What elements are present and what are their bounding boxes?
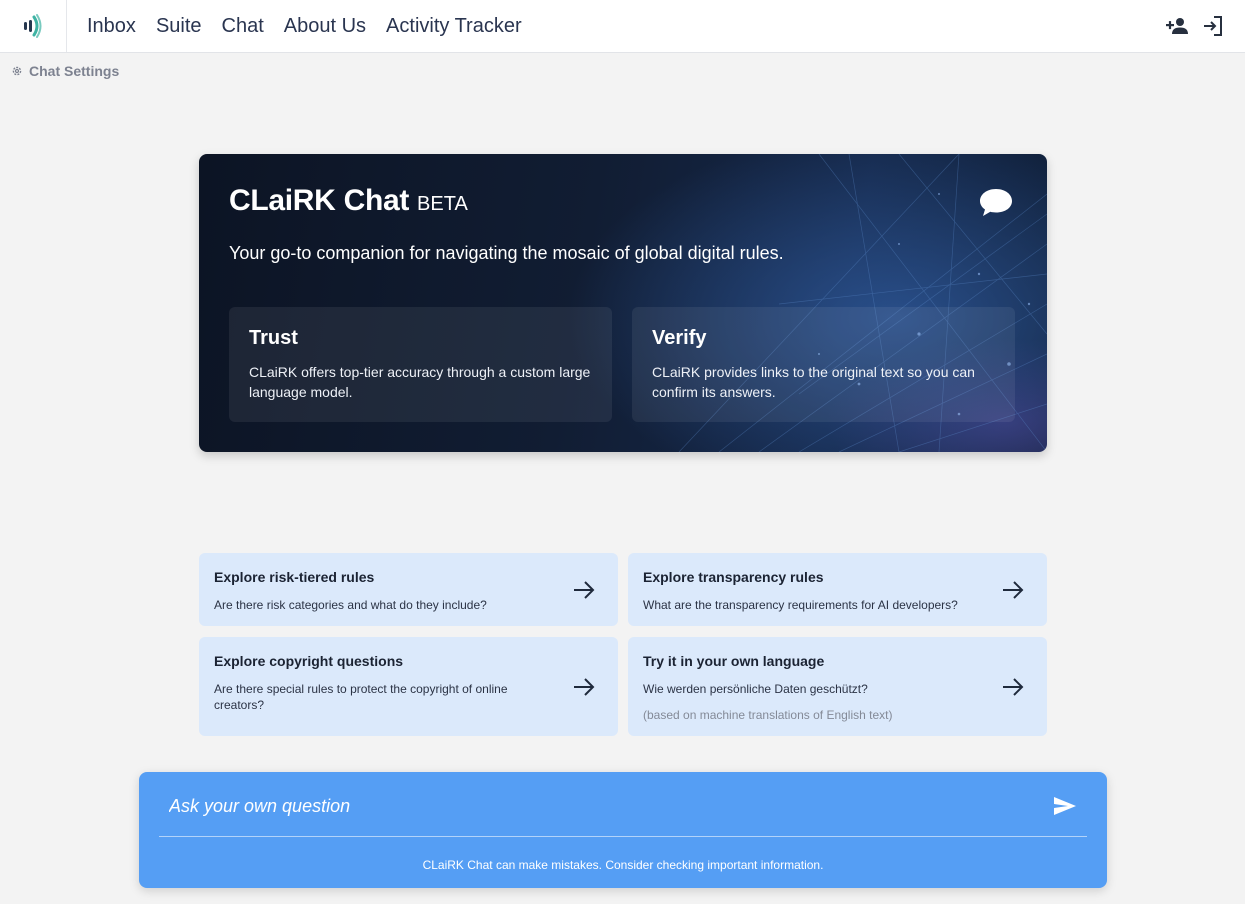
disclaimer-text: CLaiRK Chat can make mistakes. Consider …: [422, 858, 824, 872]
hero-card-title: Verify: [652, 327, 707, 349]
suggestion-text: What are the transparency requirements f…: [643, 598, 958, 612]
question-input[interactable]: [159, 790, 1039, 822]
suggestion-text: Are there special rules to protect the c…: [214, 682, 508, 712]
add-user-button[interactable]: [1165, 14, 1189, 38]
nav-about-us[interactable]: About Us: [274, 0, 376, 52]
chat-settings-link[interactable]: Chat Settings: [11, 63, 119, 79]
logo[interactable]: [0, 0, 67, 52]
suggestion-title: Explore copyright questions: [214, 653, 404, 669]
hero-card-text: CLaiRK offers top-tier accuracy through …: [249, 364, 591, 400]
suggestion-title: Try it in your own language: [643, 653, 825, 669]
suggestion-text: Wie werden persönliche Daten geschützt?: [643, 682, 868, 696]
hero-banner: CLaiRK Chat BETA Your go-to companion fo…: [199, 154, 1047, 452]
send-button[interactable]: [1053, 796, 1077, 816]
beta-badge: BETA: [417, 193, 468, 215]
hero-card-verify: Verify CLaiRK provides links to the orig…: [632, 307, 1015, 422]
main-nav: Inbox Suite Chat About Us Activity Track…: [77, 0, 532, 52]
account-actions: [1165, 0, 1225, 52]
hero-title: CLaiRK Chat BETA: [229, 184, 468, 218]
add-user-icon: [1166, 18, 1188, 34]
suggestion-card-transparency[interactable]: Explore transparency rules What are the …: [628, 553, 1047, 626]
nav-inbox[interactable]: Inbox: [77, 0, 146, 52]
arrow-right-icon: [572, 675, 596, 699]
hero-subtitle: Your go-to companion for navigating the …: [229, 243, 784, 263]
hero-card-title: Trust: [249, 327, 298, 349]
arrow-right-icon: [1001, 578, 1025, 602]
login-icon: [1204, 16, 1222, 36]
suggestion-card-risk-tiered[interactable]: Explore risk-tiered rules Are there risk…: [199, 553, 618, 626]
input-underline: [159, 836, 1087, 837]
nav-chat[interactable]: Chat: [212, 0, 274, 52]
suggestion-note: (based on machine translations of Englis…: [643, 708, 893, 722]
nav-suite[interactable]: Suite: [146, 0, 212, 52]
top-navigation-bar: Inbox Suite Chat About Us Activity Track…: [0, 0, 1245, 53]
suggestion-card-own-language[interactable]: Try it in your own language Wie werden p…: [628, 637, 1047, 736]
suggestion-text: Are there risk categories and what do th…: [214, 598, 487, 612]
arrow-right-icon: [1001, 675, 1025, 699]
nav-activity-tracker[interactable]: Activity Tracker: [376, 0, 532, 52]
question-composer: CLaiRK Chat can make mistakes. Consider …: [139, 772, 1107, 888]
login-button[interactable]: [1201, 14, 1225, 38]
logo-icon: [24, 14, 42, 38]
suggestion-title: Explore transparency rules: [643, 569, 824, 585]
send-icon: [1054, 797, 1076, 815]
chat-bubble-icon: [978, 187, 1014, 224]
hero-app-name: CLaiRK Chat: [229, 184, 410, 217]
suggestion-title: Explore risk-tiered rules: [214, 569, 375, 585]
hero-card-trust: Trust CLaiRK offers top-tier accuracy th…: [229, 307, 612, 422]
suggestion-card-copyright[interactable]: Explore copyright questions Are there sp…: [199, 637, 618, 736]
hero-card-text: CLaiRK provides links to the original te…: [652, 364, 975, 400]
arrow-right-icon: [572, 578, 596, 602]
chat-settings-label: Chat Settings: [29, 63, 120, 79]
gear-icon: [11, 65, 23, 77]
